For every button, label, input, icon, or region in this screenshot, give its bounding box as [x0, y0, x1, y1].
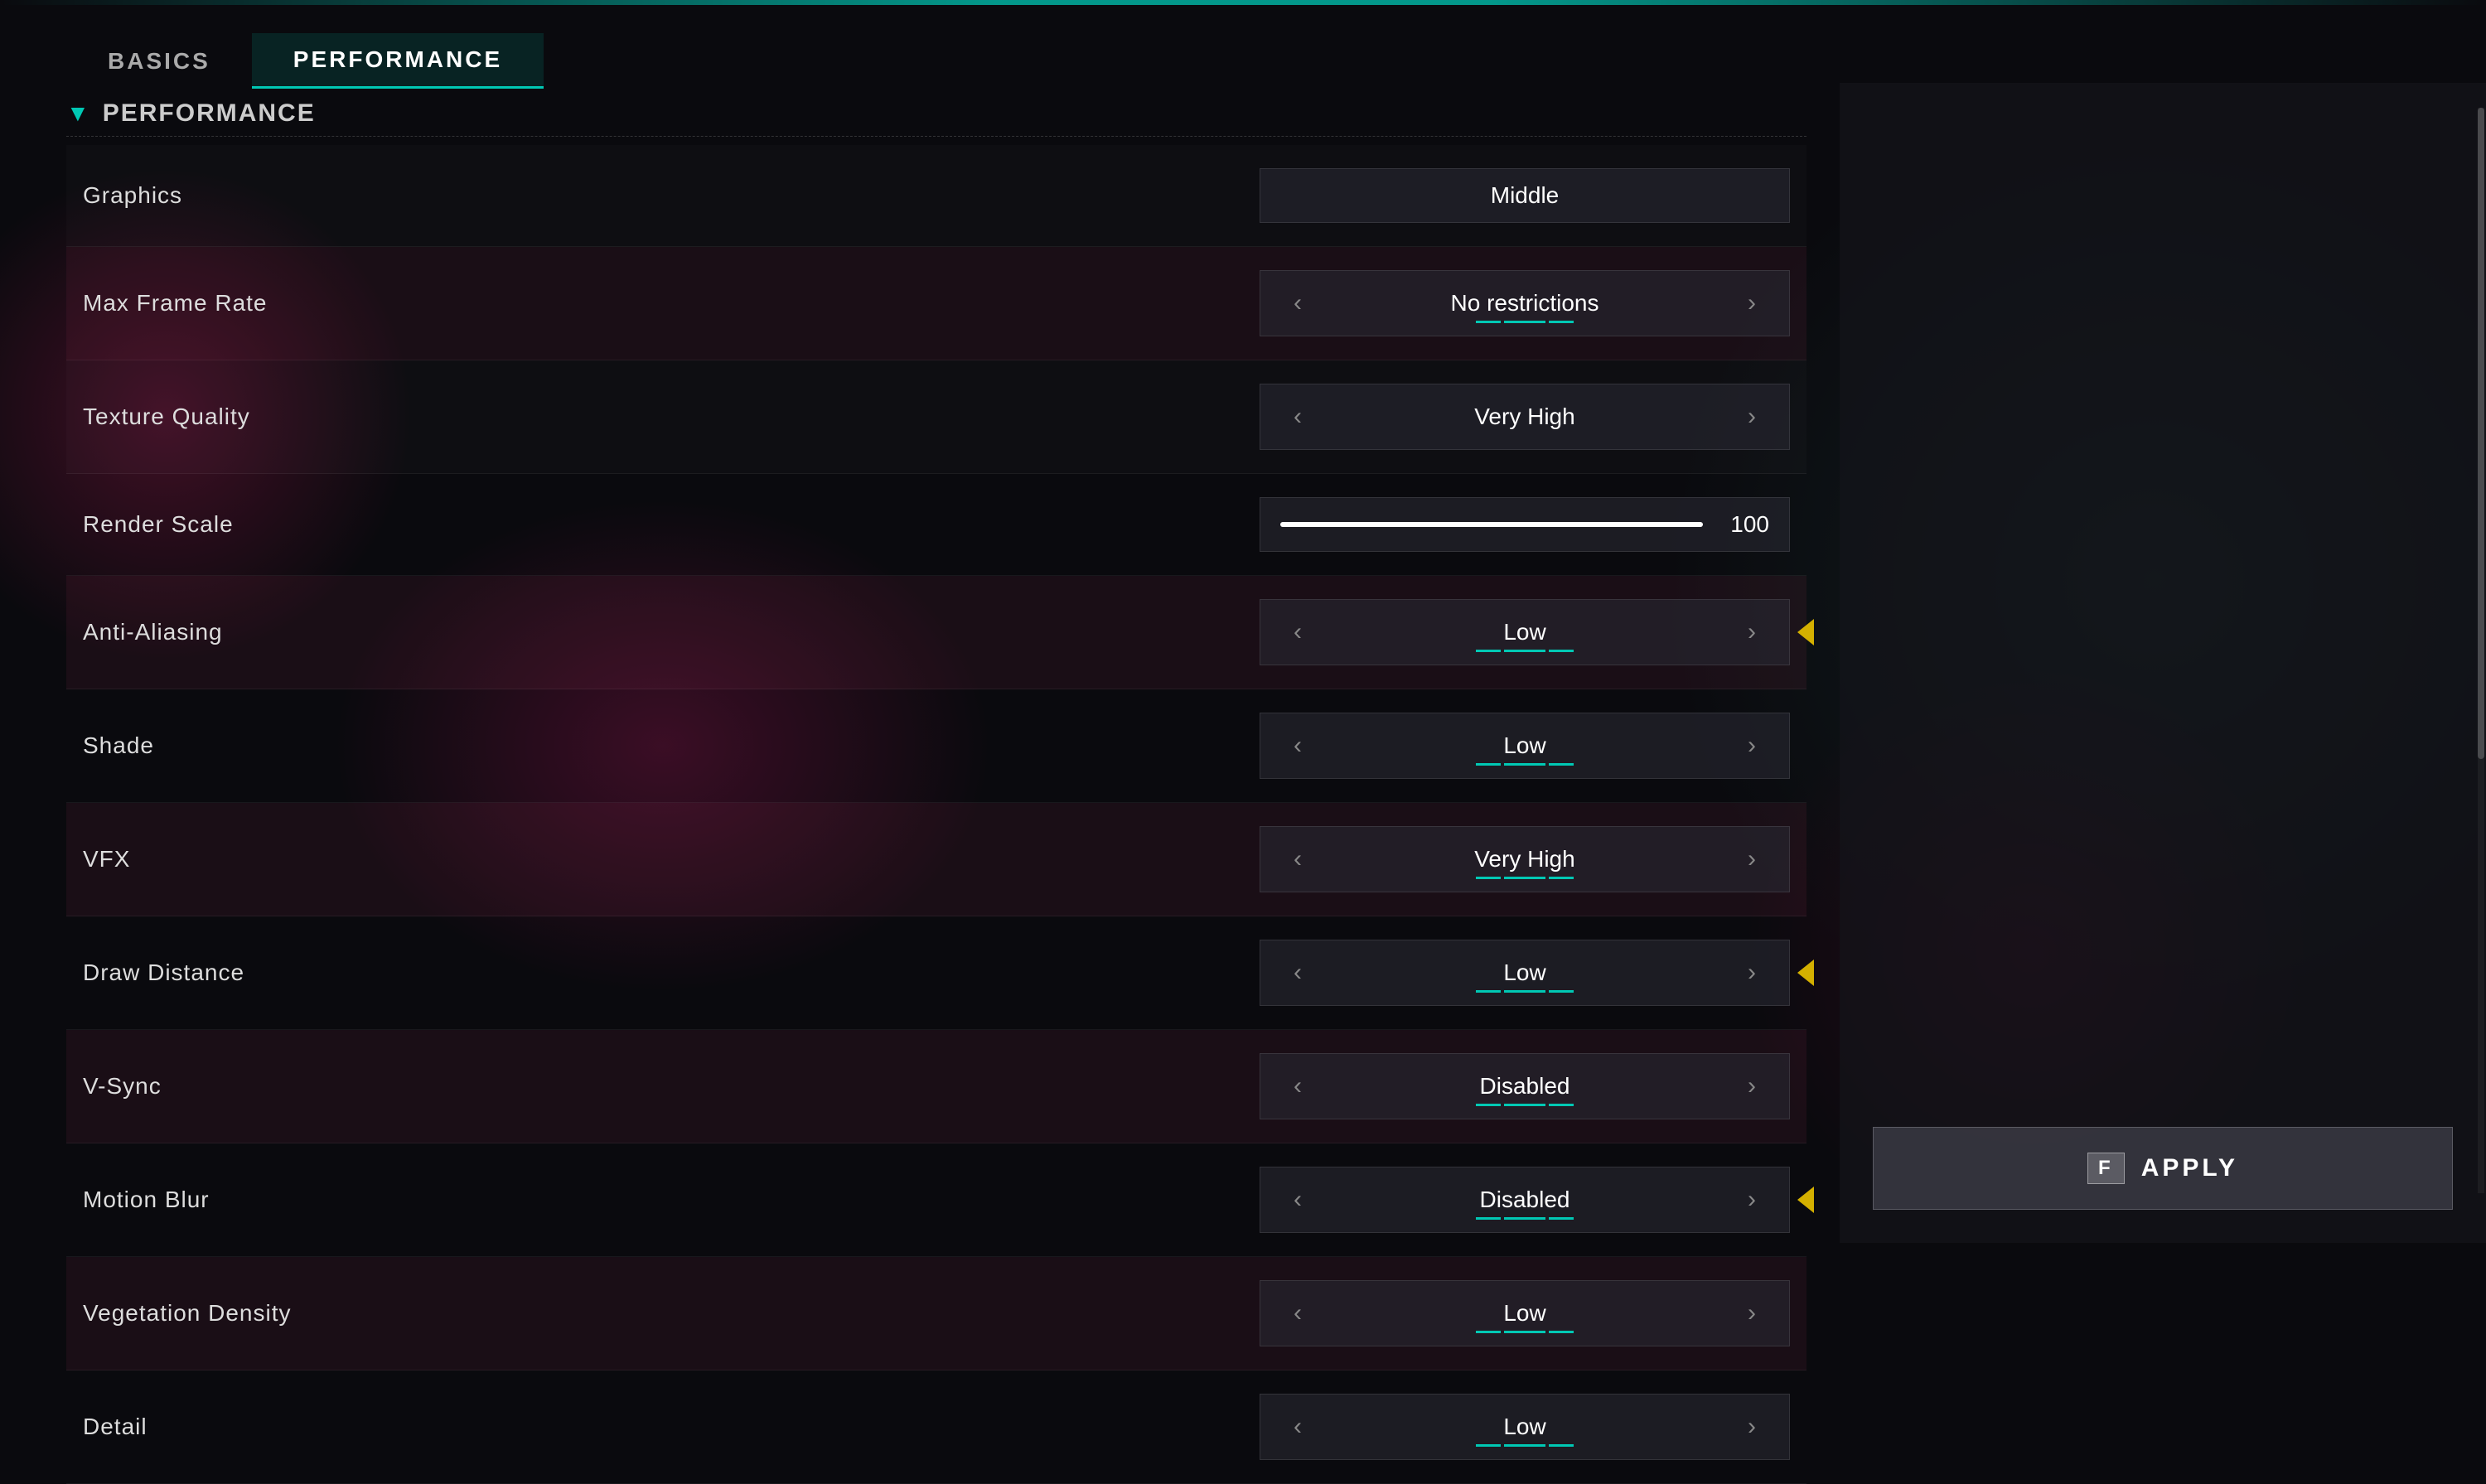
setting-label-texture-quality: Texture Quality [83, 404, 1260, 430]
setting-label-vfx: VFX [83, 846, 1260, 873]
value-text-v-sync: Disabled [1315, 1073, 1734, 1100]
apply-button[interactable]: F APPLY [1873, 1127, 2453, 1210]
setting-row-v-sync: V-Sync‹Disabled› [66, 1030, 1806, 1143]
scroll-thumb [2478, 108, 2484, 759]
value-text-shade: Low [1315, 732, 1734, 759]
arrow-left-v-sync[interactable]: ‹ [1280, 1067, 1315, 1105]
setting-label-graphics: Graphics [83, 182, 1260, 209]
arrow-right-max-frame-rate[interactable]: › [1734, 284, 1769, 322]
value-text-graphics: Middle [1280, 182, 1769, 209]
value-control-texture-quality: ‹Very High› [1260, 384, 1790, 450]
value-text-detail: Low [1315, 1414, 1734, 1440]
value-control-vfx: ‹Very High› [1260, 826, 1790, 892]
setting-row-graphics: Graphics Middle [66, 145, 1806, 247]
arrow-right-shade[interactable]: › [1734, 727, 1769, 765]
section-header: ▼ Performance [66, 83, 1806, 137]
setting-label-render-scale: Render Scale [83, 511, 1260, 538]
top-accent-line [0, 0, 2486, 5]
arrow-right-motion-blur[interactable]: › [1734, 1181, 1769, 1219]
arrow-right-v-sync[interactable]: › [1734, 1067, 1769, 1105]
value-control-motion-blur: ‹Disabled› [1260, 1167, 1790, 1233]
setting-row-max-frame-rate: Max Frame Rate‹No restrictions› [66, 247, 1806, 360]
yellow-indicator-draw-distance [1797, 960, 1814, 986]
setting-row-render-scale: Render Scale 100 [66, 474, 1806, 576]
setting-row-draw-distance: Draw Distance‹Low› [66, 916, 1806, 1030]
arrow-left-vegetation-density[interactable]: ‹ [1280, 1294, 1315, 1332]
value-control-anti-aliasing: ‹Low› [1260, 599, 1790, 665]
value-control-detail: ‹Low› [1260, 1394, 1790, 1460]
setting-row-vfx: VFX‹Very High› [66, 803, 1806, 916]
setting-label-max-frame-rate: Max Frame Rate [83, 290, 1260, 317]
arrow-right-detail[interactable]: › [1734, 1408, 1769, 1446]
tab-performance[interactable]: PERFORMANCE [252, 33, 544, 89]
section-title: Performance [103, 99, 316, 128]
setting-label-detail: Detail [83, 1414, 1260, 1440]
arrow-right-texture-quality[interactable]: › [1734, 398, 1769, 436]
value-text-vegetation-density: Low [1315, 1300, 1734, 1327]
slider-fill-render-scale [1280, 522, 1703, 527]
tab-basics[interactable]: BASICS [66, 33, 252, 89]
arrow-right-draw-distance[interactable]: › [1734, 954, 1769, 992]
value-text-max-frame-rate: No restrictions [1315, 290, 1734, 317]
arrow-left-detail[interactable]: ‹ [1280, 1408, 1315, 1446]
value-control-vegetation-density: ‹Low› [1260, 1280, 1790, 1346]
value-text-vfx: Very High [1315, 846, 1734, 873]
setting-row-vegetation-density: Vegetation Density‹Low› [66, 1257, 1806, 1370]
setting-row-motion-blur: Motion Blur‹Disabled› [66, 1143, 1806, 1257]
setting-label-draw-distance: Draw Distance [83, 960, 1260, 986]
value-control-draw-distance: ‹Low› [1260, 940, 1790, 1006]
slider-container-render-scale: 100 [1280, 511, 1769, 538]
arrow-left-motion-blur[interactable]: ‹ [1280, 1181, 1315, 1219]
setting-row-anti-aliasing: Anti-Aliasing‹Low› [66, 576, 1806, 689]
value-text-draw-distance: Low [1315, 960, 1734, 986]
setting-label-motion-blur: Motion Blur [83, 1187, 1260, 1213]
apply-button-label: APPLY [2141, 1154, 2238, 1182]
arrow-left-vfx[interactable]: ‹ [1280, 840, 1315, 878]
slider-value-render-scale: 100 [1719, 511, 1769, 538]
arrow-right-vegetation-density[interactable]: › [1734, 1294, 1769, 1332]
setting-label-shade: Shade [83, 732, 1260, 759]
arrow-right-vfx[interactable]: › [1734, 840, 1769, 878]
setting-label-vegetation-density: Vegetation Density [83, 1300, 1260, 1327]
apply-button-area: F APPLY [1873, 1127, 2453, 1210]
value-control-v-sync: ‹Disabled› [1260, 1053, 1790, 1119]
setting-row-shade: Shade‹Low› [66, 689, 1806, 803]
value-control-render-scale: 100 [1260, 497, 1790, 552]
setting-row-texture-quality: Texture Quality‹Very High› [66, 360, 1806, 474]
arrow-left-anti-aliasing[interactable]: ‹ [1280, 613, 1315, 651]
setting-label-v-sync: V-Sync [83, 1073, 1260, 1100]
setting-label-anti-aliasing: Anti-Aliasing [83, 619, 1260, 645]
settings-list: GraphicsMiddleMax Frame Rate‹No restrict… [66, 145, 1806, 1484]
value-text-anti-aliasing: Low [1315, 619, 1734, 645]
main-panel: ▼ Performance Graphics Middle Max Frame Ra… [66, 83, 1806, 1193]
apply-key-badge: F [2087, 1153, 2125, 1184]
right-panel [1840, 83, 2486, 1243]
value-text-texture-quality: Very High [1315, 404, 1734, 430]
setting-row-detail: Detail‹Low› [66, 1370, 1806, 1484]
arrow-left-texture-quality[interactable]: ‹ [1280, 398, 1315, 436]
slider-track-render-scale[interactable] [1280, 522, 1703, 527]
value-control-shade: ‹Low› [1260, 713, 1790, 779]
arrow-right-anti-aliasing[interactable]: › [1734, 613, 1769, 651]
value-text-motion-blur: Disabled [1315, 1187, 1734, 1213]
arrow-left-draw-distance[interactable]: ‹ [1280, 954, 1315, 992]
value-control-max-frame-rate: ‹No restrictions› [1260, 270, 1790, 336]
scroll-bar[interactable] [2478, 108, 2484, 1193]
arrow-left-max-frame-rate[interactable]: ‹ [1280, 284, 1315, 322]
value-control-graphics: Middle [1260, 168, 1790, 223]
yellow-indicator-motion-blur [1797, 1187, 1814, 1213]
yellow-indicator-anti-aliasing [1797, 619, 1814, 645]
tabs-area: BASICS PERFORMANCE [66, 33, 544, 89]
arrow-left-shade[interactable]: ‹ [1280, 727, 1315, 765]
section-expand-icon: ▼ [66, 100, 89, 127]
